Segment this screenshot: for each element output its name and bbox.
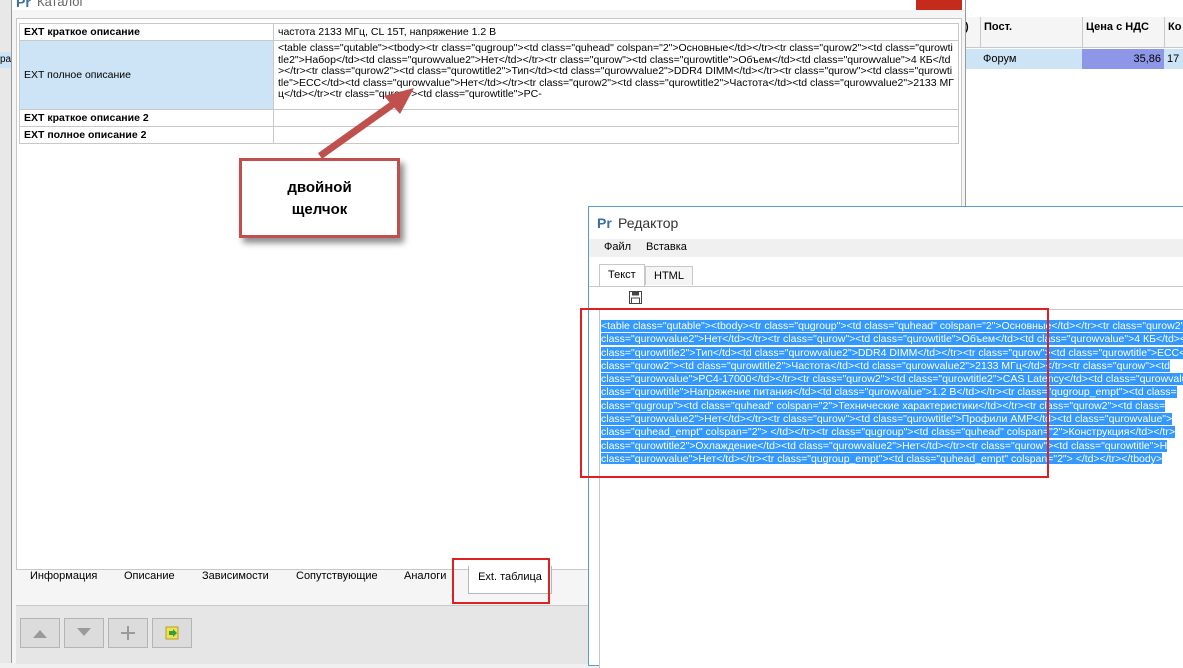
- table-row[interactable]: EXT краткое описание 2: [19, 109, 959, 127]
- table-row[interactable]: EXT краткое описание частота 2133 МГц, C…: [19, 23, 959, 41]
- save-icon[interactable]: [629, 291, 642, 304]
- editor-title: Редактор: [618, 215, 679, 231]
- catalog-titlebar: Pr Каталог: [12, 0, 965, 10]
- tab-related[interactable]: Сопутствующие: [296, 570, 378, 582]
- export-button[interactable]: [152, 618, 192, 648]
- annotation-line2: щелчок: [291, 201, 348, 218]
- tab-dependencies[interactable]: Зависимости: [202, 570, 269, 582]
- minimize-button[interactable]: [855, 0, 881, 8]
- tab-analogs[interactable]: Аналоги: [404, 570, 446, 582]
- tab-html[interactable]: HTML: [645, 266, 693, 285]
- table-row-selected[interactable]: EXT полное описание <table class="qutabl…: [19, 40, 959, 110]
- catalog-logo: Pr: [16, 0, 31, 10]
- grid-cell-post: Форум: [983, 53, 1017, 65]
- editor-toolbar: [589, 287, 1183, 309]
- property-key: EXT краткое описание: [19, 23, 274, 41]
- property-value-html[interactable]: <table class="qutable"><tbody><tr class=…: [273, 40, 959, 110]
- grid-col-next[interactable]: Ко: [1164, 17, 1183, 47]
- grid-cell-price: 35,86: [1082, 49, 1164, 69]
- property-key: EXT полное описание: [19, 40, 274, 110]
- property-value[interactable]: [273, 109, 959, 127]
- plus-icon: [121, 626, 135, 640]
- left-edge-text: ра: [0, 54, 12, 65]
- catalog-title: Каталог: [37, 0, 85, 9]
- editor-logo: Pr: [597, 215, 612, 231]
- annotation-box: двойной щелчок: [239, 158, 400, 238]
- triangle-down-icon: [77, 628, 91, 636]
- close-button[interactable]: [916, 0, 962, 10]
- menu-insert[interactable]: Вставка: [646, 241, 687, 253]
- add-button[interactable]: [108, 618, 148, 648]
- maximize-button[interactable]: [885, 0, 911, 8]
- tab-text[interactable]: Текст: [599, 264, 645, 286]
- highlight-tab-frame: [452, 558, 550, 604]
- property-key: EXT полное описание 2: [19, 126, 274, 144]
- properties-table: EXT краткое описание частота 2133 МГц, C…: [19, 23, 959, 144]
- tab-info[interactable]: Информация: [30, 570, 97, 582]
- export-icon: [165, 626, 179, 640]
- grid-col-post[interactable]: Пост.: [980, 17, 1082, 47]
- move-down-button[interactable]: [64, 618, 104, 648]
- editor-tabbar: Текст HTML: [589, 259, 1183, 287]
- grid-col-price[interactable]: Цена с НДС: [1082, 17, 1164, 47]
- highlight-editor-frame: [580, 308, 1049, 478]
- property-value[interactable]: частота 2133 МГц, CL 15T, напряжение 1.2…: [273, 23, 959, 41]
- property-value[interactable]: [273, 126, 959, 144]
- editor-menubar: Файл Вставка: [589, 239, 1183, 257]
- move-up-button[interactable]: [20, 618, 60, 648]
- triangle-up-icon: [33, 630, 47, 638]
- table-row[interactable]: EXT полное описание 2: [19, 126, 959, 144]
- grid-cell-next: 17: [1167, 53, 1180, 65]
- annotation-line1: двойной: [287, 179, 352, 196]
- menu-file[interactable]: Файл: [604, 241, 631, 253]
- tab-description[interactable]: Описание: [124, 570, 175, 582]
- property-key: EXT краткое описание 2: [19, 109, 274, 127]
